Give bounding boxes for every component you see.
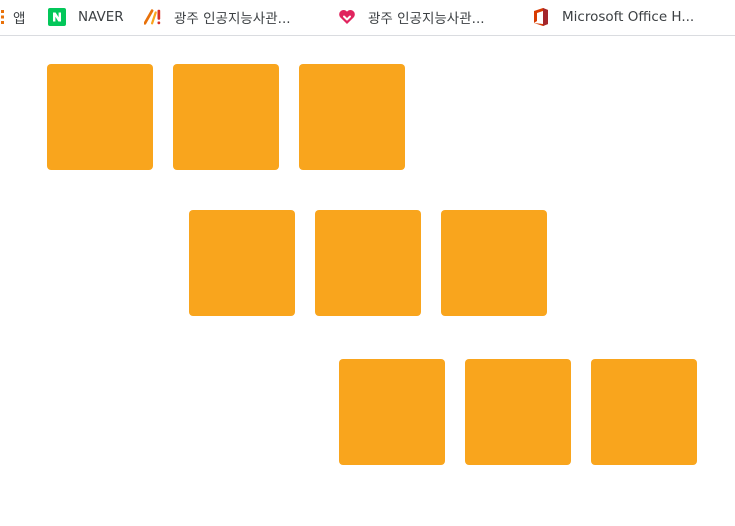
heart-logo-icon	[338, 8, 356, 26]
bookmark-label: 광주 인공지능사관...	[368, 11, 485, 27]
orange-box	[591, 359, 697, 465]
bookmark-label: Microsoft Office H...	[562, 9, 695, 25]
orange-box	[315, 210, 421, 316]
exclamation-logo-icon	[144, 8, 162, 26]
orange-box	[465, 359, 571, 465]
bookmark-microsoft-office[interactable]: Microsoft Office H...	[532, 0, 694, 34]
office-logo-icon	[532, 8, 550, 26]
bookmarks-bar: 앱 NAVER 광주 인공지능사관... 광주 인공지능사관... Micros…	[0, 0, 735, 36]
orange-box	[189, 210, 295, 316]
apps-grid-icon	[0, 8, 6, 26]
bookmark-naver[interactable]: NAVER	[48, 0, 124, 34]
orange-box	[299, 64, 405, 170]
naver-logo-icon	[48, 8, 66, 26]
orange-box	[441, 210, 547, 316]
bookmark-apps[interactable]: 앱	[0, 0, 25, 34]
bookmark-label: 앱	[13, 11, 26, 27]
orange-box	[47, 64, 153, 170]
bookmark-label: 광주 인공지능사관...	[174, 11, 291, 27]
orange-box	[173, 64, 279, 170]
bookmark-gwangju-ai-1[interactable]: 광주 인공지능사관...	[144, 0, 291, 34]
bookmark-gwangju-ai-2[interactable]: 광주 인공지능사관...	[338, 0, 485, 34]
orange-box	[339, 359, 445, 465]
bookmark-label: NAVER	[78, 9, 124, 25]
